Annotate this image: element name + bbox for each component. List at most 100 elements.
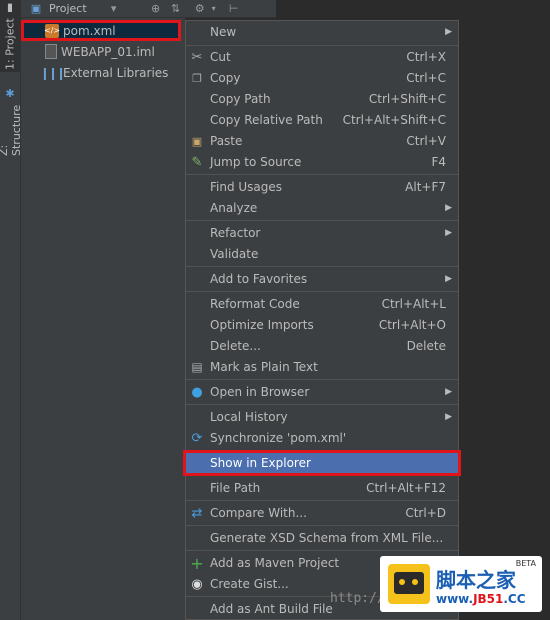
menu-item-shortcut: Alt+F7: [405, 180, 446, 194]
menu-item-find-usages[interactable]: Find Usages Alt+F7: [186, 177, 458, 197]
pin-icon[interactable]: ⊢: [227, 2, 241, 15]
collapse-icon[interactable]: ⇅: [169, 2, 183, 15]
menu-item-new[interactable]: New ▶: [186, 22, 458, 42]
tree-item-label: pom.xml: [63, 23, 116, 38]
menu-separator: [186, 291, 458, 292]
menu-separator: [186, 379, 458, 380]
edit-icon: ✎: [191, 154, 203, 170]
menu-item-label: Find Usages: [210, 180, 283, 194]
menu-separator: [186, 525, 458, 526]
context-menu: New ▶ ✂ Cut Ctrl+X ❐ Copy Ctrl+C Copy Pa…: [183, 20, 461, 620]
menu-separator: [186, 174, 458, 175]
menu-item-local-history[interactable]: Local History ▶: [186, 407, 458, 427]
menu-item-generate-xsd[interactable]: Generate XSD Schema from XML File...: [186, 528, 458, 548]
menu-item-shortcut: Ctrl+Alt+F12: [366, 481, 446, 495]
menu-item-label: Compare With...: [210, 506, 307, 520]
menu-item-delete[interactable]: Delete... Delete: [186, 336, 458, 356]
gear-icon[interactable]: ⚙: [193, 2, 207, 15]
tree-item-pom-xml[interactable]: </> pom.xml: [21, 20, 181, 41]
submenu-arrow-icon: ▶: [445, 203, 452, 213]
menu-item-refactor[interactable]: Refactor ▶: [186, 223, 458, 243]
menu-item-jump-to-source[interactable]: ✎ Jump to Source F4: [186, 152, 458, 172]
menu-separator: [186, 45, 458, 46]
tree-item-webapp-iml[interactable]: WEBAPP_01.iml: [21, 41, 155, 62]
menu-item-label: Reformat Code: [210, 297, 300, 311]
dropdown-icon[interactable]: ▾: [107, 2, 121, 15]
target-icon[interactable]: ⊕: [149, 2, 163, 15]
menu-item-add-to-favorites[interactable]: Add to Favorites ▶: [186, 269, 458, 289]
menu-item-open-in-browser[interactable]: ● Open in Browser ▶: [186, 382, 458, 402]
menu-item-show-in-explorer[interactable]: Show in Explorer: [183, 450, 461, 476]
github-icon: ◉: [191, 576, 203, 592]
menu-item-reformat-code[interactable]: Reformat Code Ctrl+Alt+L: [186, 294, 458, 314]
menu-separator: [186, 404, 458, 405]
chevron-down-icon[interactable]: ▾: [207, 4, 221, 13]
project-view-title[interactable]: Project: [49, 2, 87, 15]
menu-item-copy-path[interactable]: Copy Path Ctrl+Shift+C: [186, 89, 458, 109]
menu-item-compare-with[interactable]: ⇄ Compare With... Ctrl+D: [186, 503, 458, 523]
submenu-arrow-icon: ▶: [445, 228, 452, 238]
sync-icon: ⟳: [191, 430, 203, 446]
menu-item-synchronize[interactable]: ⟳ Synchronize 'pom.xml': [186, 428, 458, 448]
menu-item-label: Add as Ant Build File: [210, 602, 333, 616]
menu-item-label: Show in Explorer: [210, 456, 311, 470]
menu-separator: [186, 266, 458, 267]
menu-item-label: Validate: [210, 247, 259, 261]
tree-item-label: WEBAPP_01.iml: [61, 44, 155, 59]
menu-item-label: Create Gist...: [210, 577, 289, 591]
menu-item-shortcut: Ctrl+Alt+Shift+C: [342, 113, 446, 127]
compare-icon: ⇄: [191, 505, 203, 521]
menu-item-label: Add to Favorites: [210, 272, 308, 286]
menu-item-label: Copy: [210, 71, 241, 85]
scissors-icon: ✂: [191, 49, 203, 65]
menu-item-shortcut: Ctrl+C: [406, 71, 446, 85]
project-folder-icon: ▮: [3, 1, 17, 15]
menu-item-copy[interactable]: ❐ Copy Ctrl+C: [186, 68, 458, 88]
project-tree: </> pom.xml WEBAPP_01.iml ❙❙❙ External L…: [21, 18, 185, 620]
menu-item-shortcut: Ctrl+Alt+O: [378, 318, 446, 332]
menu-item-label: File Path: [210, 481, 261, 495]
menu-item-label: Copy Path: [210, 92, 271, 106]
tab-project[interactable]: 1: Project ▮: [0, 0, 20, 72]
globe-icon: ●: [191, 384, 203, 400]
logo-url: www.JB51.CC: [436, 592, 526, 606]
menu-item-label: Delete...: [210, 339, 261, 353]
menu-item-cut[interactable]: ✂ Cut Ctrl+X: [186, 47, 458, 67]
iml-file-icon: [45, 44, 57, 59]
menu-item-shortcut: Ctrl+Shift+C: [368, 92, 446, 106]
menu-item-shortcut: Ctrl+V: [406, 134, 446, 148]
submenu-arrow-icon: ▶: [445, 412, 452, 422]
libraries-icon: ❙❙❙: [39, 65, 66, 80]
menu-separator: [186, 550, 458, 551]
menu-item-shortcut: Ctrl+D: [405, 506, 446, 520]
menu-item-analyze[interactable]: Analyze ▶: [186, 198, 458, 218]
menu-item-shortcut: F4: [431, 155, 446, 169]
plain-text-icon: ▤: [191, 360, 203, 374]
tab-structure[interactable]: Z: Structure ✱: [0, 86, 23, 156]
tab-project-label: 1: Project: [3, 18, 17, 71]
menu-item-validate[interactable]: Validate: [186, 244, 458, 264]
logo-beta: BETA: [515, 559, 536, 568]
project-toolbar: ▣ Project ▾ ⊕ ⇅ ⚙ ▾ ⊢: [21, 0, 276, 18]
logo-url-prefix: www.: [436, 592, 474, 606]
menu-item-optimize-imports[interactable]: Optimize Imports Ctrl+Alt+O: [186, 315, 458, 335]
menu-item-label: Mark as Plain Text: [210, 360, 318, 374]
plus-icon: +: [190, 553, 204, 573]
menu-item-shortcut: Delete: [406, 339, 446, 353]
tree-item-label: External Libraries: [63, 65, 169, 80]
tree-item-external-libraries[interactable]: ❙❙❙ External Libraries: [21, 62, 169, 83]
xml-file-icon: </>: [44, 23, 60, 38]
menu-item-shortcut: Ctrl+X: [406, 50, 446, 64]
paste-icon: ▣: [191, 134, 203, 148]
menu-separator: [186, 220, 458, 221]
menu-item-mark-as-plain-text[interactable]: ▤ Mark as Plain Text: [186, 357, 458, 377]
menu-item-paste[interactable]: ▣ Paste Ctrl+V: [186, 131, 458, 151]
menu-item-label: New: [210, 25, 237, 39]
tool-window-strip: 1: Project ▮ Z: Structure ✱: [0, 0, 23, 620]
menu-item-label: Jump to Source: [210, 155, 302, 169]
menu-item-file-path[interactable]: File Path Ctrl+Alt+F12: [186, 478, 458, 498]
menu-item-label: Optimize Imports: [210, 318, 314, 332]
copy-icon: ❐: [192, 71, 202, 85]
menu-item-label: Synchronize 'pom.xml': [210, 431, 347, 445]
menu-item-copy-relative-path[interactable]: Copy Relative Path Ctrl+Alt+Shift+C: [186, 110, 458, 130]
